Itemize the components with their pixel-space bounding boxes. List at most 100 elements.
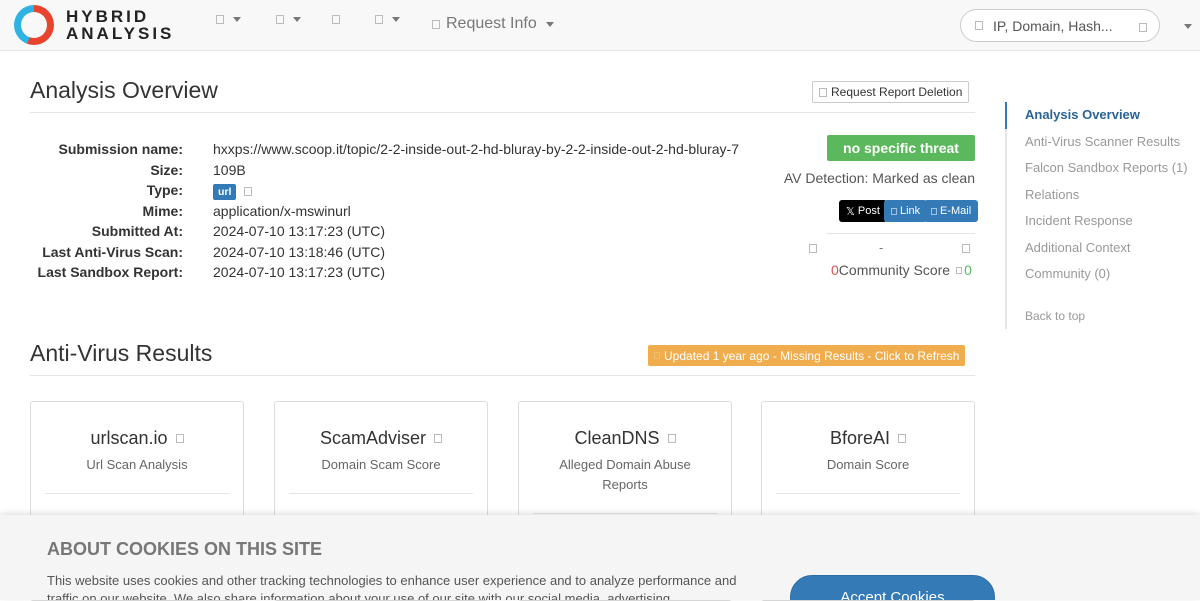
nav-menu-4[interactable] xyxy=(375,15,400,24)
info-icon[interactable] xyxy=(244,186,253,196)
nav-request-info-label: Request Info xyxy=(446,15,537,32)
community-score: 0 Community Score 0 xyxy=(831,262,972,278)
thumbs-down-icon[interactable] xyxy=(809,244,817,253)
detail-row-size: Size: 109B xyxy=(30,160,743,181)
detail-label: Submitted At: xyxy=(91,223,183,239)
mime-value: application/x-mswinurl xyxy=(213,202,351,219)
detail-row-submitted-at: Submitted At: 2024-07-10 13:17:23 (UTC) xyxy=(30,221,743,242)
av-card-subtitle: Domain Scam Score xyxy=(321,457,441,472)
submitted-at-value: 2024-07-10 13:17:23 (UTC) xyxy=(213,223,385,239)
av-card-title: urlscan.io xyxy=(90,428,168,448)
av-card-subtitle: Alleged Domain Abuse Reports xyxy=(559,457,691,492)
detail-label: Last Sandbox Report: xyxy=(37,264,183,280)
sidenav-falcon-sandbox-reports[interactable]: Falcon Sandbox Reports (1) xyxy=(1007,155,1200,182)
detail-label: Type: xyxy=(146,182,183,198)
logo-ring-icon xyxy=(14,5,54,45)
sidenav-community[interactable]: Community (0) xyxy=(1007,261,1200,288)
share-post-label: Post xyxy=(857,205,880,217)
request-report-deletion-label: Request Report Deletion xyxy=(831,85,963,99)
nav-menu-3[interactable] xyxy=(332,15,340,24)
divider xyxy=(289,493,473,494)
nav-menu-2[interactable] xyxy=(276,15,301,24)
threat-verdict-badge: no specific threat xyxy=(827,135,975,161)
cookie-banner-text: This website uses cookies and other trac… xyxy=(47,573,737,600)
analysis-overview-title: Analysis Overview xyxy=(30,77,218,103)
submission-name-value: hxxps://www.scoop.it/topic/2-2-inside-ou… xyxy=(213,141,739,157)
av-card-subtitle: Url Scan Analysis xyxy=(86,457,188,472)
detail-row-mime: Mime: application/x-mswinurl xyxy=(30,201,743,222)
divider xyxy=(30,112,975,113)
community-score-label: Community Score xyxy=(838,262,951,278)
caret-down-icon xyxy=(392,17,400,22)
user-menu-caret-icon[interactable] xyxy=(1184,24,1192,29)
sidenav-anti-virus-scanner-results[interactable]: Anti-Virus Scanner Results xyxy=(1007,129,1200,156)
info-icon xyxy=(432,19,440,29)
hybrid-analysis-logo[interactable]: HYBRID ANALYSIS xyxy=(14,5,174,45)
nav-menu-1[interactable] xyxy=(216,15,241,24)
caret-down-icon xyxy=(545,21,554,27)
cookie-banner-title: ABOUT COOKIES ON THIS SITE xyxy=(47,539,323,559)
av-card-title: BforeAI xyxy=(829,428,891,448)
detail-row-type: Type: url xyxy=(30,180,743,201)
size-value: 109B xyxy=(213,161,246,178)
community-negative-count: 0 xyxy=(831,262,839,278)
info-icon[interactable] xyxy=(434,434,443,443)
refresh-results-button[interactable]: Updated 1 year ago - Missing Results - C… xyxy=(648,345,966,366)
cookie-banner: ABOUT COOKIES ON THIS SITE This website … xyxy=(0,515,1200,600)
share-link-label: Link xyxy=(900,205,921,217)
share-email-label: E-Mail xyxy=(940,205,972,217)
info-icon[interactable] xyxy=(898,434,907,443)
community-positive-count: 0 xyxy=(964,262,972,278)
back-to-top-link[interactable]: Back to top xyxy=(1007,303,1200,330)
av-card-subtitle: Domain Score xyxy=(826,457,910,472)
av-card-title: CleanDNS xyxy=(574,428,660,448)
nav-request-info[interactable]: Request Info xyxy=(432,15,554,33)
search-submit-icon[interactable] xyxy=(1139,23,1147,32)
sidenav-incident-response[interactable]: Incident Response xyxy=(1007,208,1200,235)
detail-row-last-av-scan: Last Anti-Virus Scan: 2024-07-10 13:18:4… xyxy=(30,242,743,263)
menu-icon xyxy=(375,15,383,24)
divider xyxy=(45,493,229,494)
refresh-icon xyxy=(654,352,660,359)
search-input[interactable] xyxy=(993,17,1113,34)
share-email-button[interactable]: E-Mail xyxy=(924,200,979,222)
envelope-icon xyxy=(931,207,937,215)
menu-icon xyxy=(216,15,224,24)
info-icon[interactable] xyxy=(175,434,184,443)
accept-cookies-button[interactable]: Accept Cookies xyxy=(790,575,995,600)
divider xyxy=(776,493,960,494)
logo-text-line2: ANALYSIS xyxy=(66,24,175,43)
logo-text-line1: HYBRID xyxy=(66,7,150,26)
search-icon xyxy=(975,21,983,30)
detail-row-submission-name: Submission name: hxxps://www.scoop.it/to… xyxy=(30,139,743,160)
report-section-nav: Analysis Overview Anti-Virus Scanner Res… xyxy=(1005,102,1200,329)
info-icon[interactable] xyxy=(667,434,676,443)
overview-details: Submission name: hxxps://www.scoop.it/to… xyxy=(30,139,743,283)
menu-icon xyxy=(276,15,284,24)
caret-down-icon xyxy=(233,17,241,22)
detail-label: Mime: xyxy=(142,202,183,219)
sidenav-relations[interactable]: Relations xyxy=(1007,182,1200,209)
av-card-title: ScamAdviser xyxy=(319,428,427,448)
sidenav-analysis-overview[interactable]: Analysis Overview xyxy=(1005,102,1200,129)
link-icon xyxy=(891,207,897,215)
sidenav-additional-context[interactable]: Additional Context xyxy=(1007,235,1200,262)
av-detection-text: AV Detection: Marked as clean xyxy=(783,170,975,186)
divider xyxy=(533,513,717,514)
detail-label: Size: xyxy=(150,161,183,178)
share-x-post-button[interactable]: 𝕏 Post xyxy=(839,200,887,222)
request-report-deletion-button[interactable]: Request Report Deletion xyxy=(812,81,970,103)
search-box xyxy=(960,9,1160,42)
top-navbar: HYBRID ANALYSIS Request Info xyxy=(0,0,1200,51)
last-av-scan-value: 2024-07-10 13:18:46 (UTC) xyxy=(213,243,385,260)
divider xyxy=(826,233,975,234)
trash-icon xyxy=(819,87,827,97)
detail-label: Submission name: xyxy=(58,141,183,157)
anti-virus-results-title: Anti-Virus Results xyxy=(30,340,213,366)
thumbs-up-icon[interactable] xyxy=(962,244,970,253)
detail-row-last-sandbox-report: Last Sandbox Report: 2024-07-10 13:17:23… xyxy=(30,262,743,283)
detail-label: Last Anti-Virus Scan: xyxy=(42,243,183,260)
refresh-results-label: Updated 1 year ago - Missing Results - C… xyxy=(664,348,960,363)
share-link-button[interactable]: Link xyxy=(884,200,928,222)
caret-down-icon xyxy=(293,17,301,22)
